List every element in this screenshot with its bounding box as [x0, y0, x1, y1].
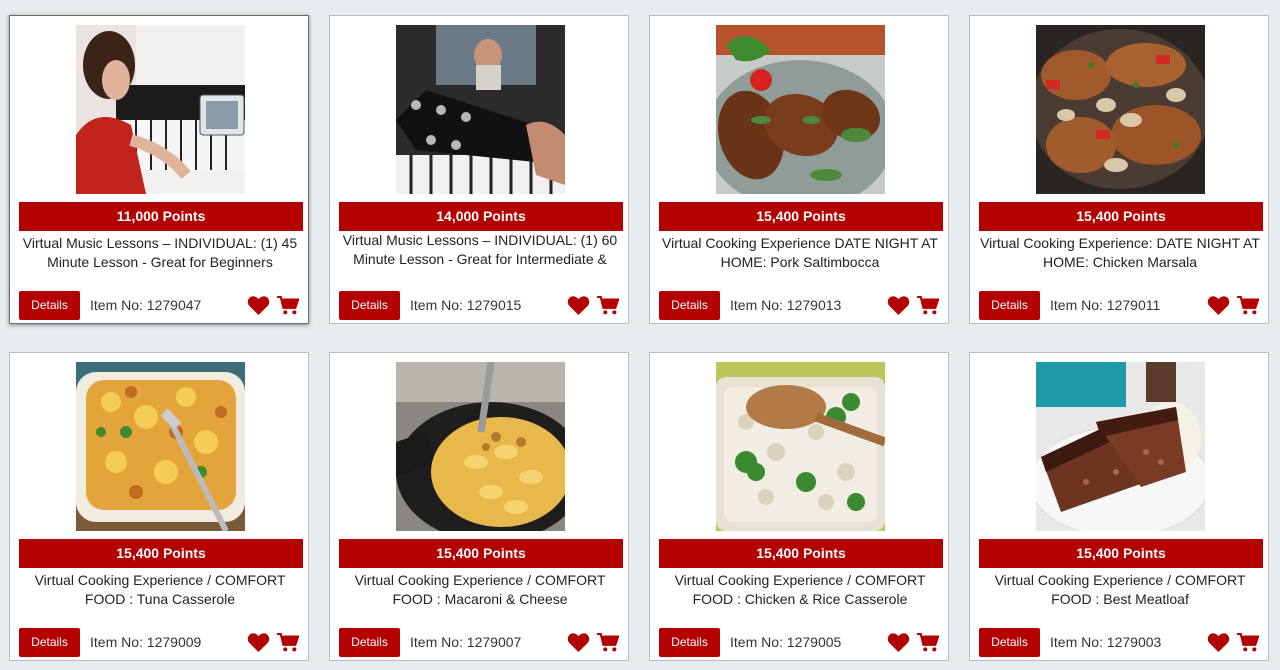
- product-card[interactable]: 15,400 Points Virtual Cooking Experience…: [969, 352, 1269, 661]
- heart-icon[interactable]: [1207, 295, 1230, 316]
- product-card[interactable]: 15,400 Points Virtual Cooking Experience…: [9, 352, 309, 661]
- product-title[interactable]: Virtual Cooking Experience / COMFORT FOO…: [656, 571, 944, 609]
- product-title[interactable]: Virtual Music Lessons – INDIVIDUAL: (1) …: [336, 231, 624, 268]
- product-title[interactable]: Virtual Music Lessons – INDIVIDUAL: (1) …: [16, 234, 304, 272]
- product-image[interactable]: [716, 25, 885, 194]
- points-badge: 15,400 Points: [659, 202, 943, 231]
- product-image[interactable]: [76, 362, 245, 531]
- cart-icon[interactable]: [597, 633, 619, 653]
- cart-icon[interactable]: [277, 633, 299, 653]
- item-number: Item No: 1279013: [730, 297, 842, 313]
- details-button[interactable]: Details: [979, 291, 1040, 320]
- product-title[interactable]: Virtual Cooking Experience: DATE NIGHT A…: [976, 234, 1264, 272]
- product-title[interactable]: Virtual Cooking Experience DATE NIGHT AT…: [656, 234, 944, 272]
- points-badge: 11,000 Points: [19, 202, 303, 231]
- details-button[interactable]: Details: [19, 628, 80, 657]
- points-badge: 15,400 Points: [339, 539, 623, 568]
- points-badge: 14,000 Points: [339, 202, 623, 231]
- heart-icon[interactable]: [567, 632, 590, 653]
- product-grid: 11,000 Points Virtual Music Lessons – IN…: [0, 0, 1280, 670]
- cart-icon[interactable]: [917, 296, 939, 316]
- product-card[interactable]: 11,000 Points Virtual Music Lessons – IN…: [9, 15, 309, 324]
- product-card[interactable]: 15,400 Points Virtual Cooking Experience…: [649, 352, 949, 661]
- product-title[interactable]: Virtual Cooking Experience / COMFORT FOO…: [976, 571, 1264, 609]
- details-button[interactable]: Details: [659, 291, 720, 320]
- cart-icon[interactable]: [277, 296, 299, 316]
- item-number: Item No: 1279047: [90, 297, 202, 313]
- details-button[interactable]: Details: [339, 628, 400, 657]
- product-image[interactable]: [1036, 362, 1205, 531]
- item-number: Item No: 1279011: [1050, 297, 1161, 313]
- points-badge: 15,400 Points: [19, 539, 303, 568]
- product-title[interactable]: Virtual Cooking Experience / COMFORT FOO…: [16, 571, 304, 609]
- item-number: Item No: 1279007: [410, 634, 522, 650]
- product-card[interactable]: 14,000 Points Virtual Music Lessons – IN…: [329, 15, 629, 324]
- cart-icon[interactable]: [1237, 296, 1259, 316]
- heart-icon[interactable]: [1207, 632, 1230, 653]
- product-image[interactable]: [396, 25, 565, 194]
- item-number: Item No: 1279009: [90, 634, 202, 650]
- heart-icon[interactable]: [247, 295, 270, 316]
- item-number: Item No: 1279015: [410, 297, 522, 313]
- points-badge: 15,400 Points: [979, 202, 1263, 231]
- product-title[interactable]: Virtual Cooking Experience / COMFORT FOO…: [336, 571, 624, 609]
- cart-icon[interactable]: [1237, 633, 1259, 653]
- heart-icon[interactable]: [887, 632, 910, 653]
- points-badge: 15,400 Points: [659, 539, 943, 568]
- product-image[interactable]: [716, 362, 885, 531]
- details-button[interactable]: Details: [659, 628, 720, 657]
- heart-icon[interactable]: [887, 295, 910, 316]
- details-button[interactable]: Details: [979, 628, 1040, 657]
- details-button[interactable]: Details: [19, 291, 80, 320]
- heart-icon[interactable]: [567, 295, 590, 316]
- product-card[interactable]: 15,400 Points Virtual Cooking Experience…: [969, 15, 1269, 324]
- product-card[interactable]: 15,400 Points Virtual Cooking Experience…: [329, 352, 629, 661]
- product-image[interactable]: [76, 25, 245, 194]
- item-number: Item No: 1279005: [730, 634, 842, 650]
- product-image[interactable]: [396, 362, 565, 531]
- details-button[interactable]: Details: [339, 291, 400, 320]
- cart-icon[interactable]: [917, 633, 939, 653]
- product-image[interactable]: [1036, 25, 1205, 194]
- item-number: Item No: 1279003: [1050, 634, 1162, 650]
- heart-icon[interactable]: [247, 632, 270, 653]
- points-badge: 15,400 Points: [979, 539, 1263, 568]
- cart-icon[interactable]: [597, 296, 619, 316]
- product-card[interactable]: 15,400 Points Virtual Cooking Experience…: [649, 15, 949, 324]
